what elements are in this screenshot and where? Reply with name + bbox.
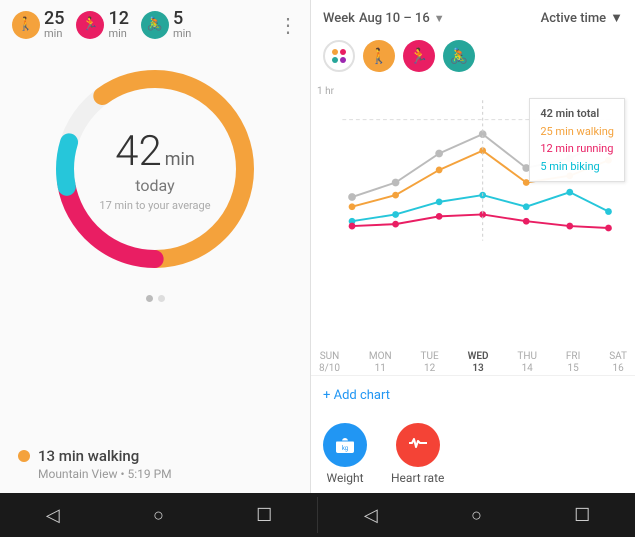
right-panel: Week Aug 10 – 16 ▼ Active time ▼ 🚶 🏃 🚴 1…	[310, 0, 635, 493]
back-button-right[interactable]: ◁	[353, 497, 389, 533]
dot-1	[146, 295, 153, 302]
tooltip-total: 42 min total	[540, 105, 614, 123]
page-dots	[0, 295, 310, 302]
walking-icon: 🚶	[12, 11, 40, 39]
metric-label: Active time	[541, 11, 607, 26]
x-label-mon: MON 11	[369, 351, 392, 375]
chart-area: 1 hr	[311, 78, 635, 351]
recents-button-left[interactable]: ☐	[246, 497, 282, 533]
recents-button-right[interactable]: ☐	[564, 497, 600, 533]
activity-color-dot	[18, 450, 30, 462]
home-button-right[interactable]: ○	[458, 497, 494, 533]
running-badge-text: 12 min	[108, 10, 128, 39]
donut-avg: 17 min to your average	[99, 199, 210, 212]
metric-chevron: ▼	[610, 10, 623, 26]
week-chevron: ▼	[434, 12, 445, 25]
weight-card[interactable]: kg Weight	[323, 423, 367, 485]
walking-badge-text: 25 min	[44, 10, 64, 39]
donut-today: today	[99, 176, 210, 195]
week-selector[interactable]: Week Aug 10 – 16 ▼	[323, 11, 445, 26]
add-chart-button[interactable]: + Add chart	[323, 384, 623, 407]
biking-badge[interactable]: 🚴 5 min	[141, 10, 191, 39]
walking-badge[interactable]: 🚶 25 min	[12, 10, 64, 39]
walking-unit: min	[44, 28, 64, 39]
activity-subtitle: Mountain View • 5:19 PM	[38, 467, 292, 481]
activity-title-text: 13 min walking	[38, 447, 139, 465]
running-badge[interactable]: 🏃 12 min	[76, 10, 128, 39]
donut-center: 42 min today 17 min to your average	[99, 127, 210, 212]
donut-unit: min	[165, 149, 195, 170]
right-nav: ◁ ○ ☐	[318, 497, 635, 533]
x-label-fri: FRI 15	[566, 351, 580, 375]
x-label-sun: SUN 8/10	[319, 351, 340, 375]
hr-label: 1 hr	[317, 86, 334, 97]
running-minutes: 12	[108, 10, 128, 28]
chart-tooltip: 42 min total 25 min walking 12 min runni…	[529, 98, 625, 182]
bottom-nav: ◁ ○ ☐ ◁ ○ ☐	[0, 493, 635, 537]
left-nav: ◁ ○ ☐	[0, 497, 318, 533]
x-label-tue: TUE 12	[421, 351, 439, 375]
dot-2	[158, 295, 165, 302]
activity-type-icons: 🚶 🏃 🚴	[311, 36, 635, 78]
metric-selector[interactable]: Active time ▼	[541, 10, 623, 26]
activity-title: 13 min walking	[18, 447, 292, 465]
current-activity: 13 min walking Mountain View • 5:19 PM	[0, 435, 310, 493]
metric-cards: kg Weight Heart rate	[311, 415, 635, 493]
home-button-left[interactable]: ○	[140, 497, 176, 533]
date-range: Aug 10 – 16	[359, 11, 430, 26]
biking-icon: 🚴	[141, 11, 169, 39]
tooltip-biking: 5 min biking	[540, 158, 614, 176]
donut-chart: 42 min today 17 min to your average	[45, 59, 265, 279]
tooltip-walking: 25 min walking	[540, 123, 614, 141]
svg-text:kg: kg	[342, 445, 348, 452]
heart-rate-card[interactable]: Heart rate	[391, 423, 444, 485]
add-chart-label: + Add chart	[323, 388, 390, 403]
biking-unit: min	[173, 28, 191, 39]
biking-minutes: 5	[173, 10, 191, 28]
x-axis-labels: SUN 8/10 MON 11 TUE 12 WED 13 THU 14 FRI…	[311, 351, 635, 375]
heart-rate-label: Heart rate	[391, 471, 444, 485]
weight-label: Weight	[326, 471, 363, 485]
x-label-sat: SAT 16	[609, 351, 627, 375]
tooltip-running: 12 min running	[540, 140, 614, 158]
left-header: 🚶 25 min 🏃 12 min 🚴 5 min	[0, 0, 310, 49]
biking-badge-text: 5 min	[173, 10, 191, 39]
donut-minutes: 42	[115, 127, 162, 176]
back-button-left[interactable]: ◁	[35, 497, 71, 533]
x-label-thu: THU 14	[517, 351, 537, 375]
walking-filter-icon[interactable]: 🚶	[363, 40, 395, 72]
add-chart-section: + Add chart	[311, 375, 635, 415]
left-panel: 🚶 25 min 🏃 12 min 🚴 5 min	[0, 0, 310, 493]
weight-icon: kg	[323, 423, 367, 467]
x-label-wed: WED 13	[468, 351, 489, 375]
walking-minutes: 25	[44, 10, 64, 28]
biking-filter-icon[interactable]: 🚴	[443, 40, 475, 72]
running-filter-icon[interactable]: 🏃	[403, 40, 435, 72]
all-activities-icon[interactable]	[323, 40, 355, 72]
more-icon[interactable]: ⋮	[278, 13, 298, 37]
heart-rate-icon	[396, 423, 440, 467]
running-icon: 🏃	[76, 11, 104, 39]
right-header: Week Aug 10 – 16 ▼ Active time ▼	[311, 0, 635, 36]
running-unit: min	[108, 28, 128, 39]
week-label: Week	[323, 11, 355, 26]
